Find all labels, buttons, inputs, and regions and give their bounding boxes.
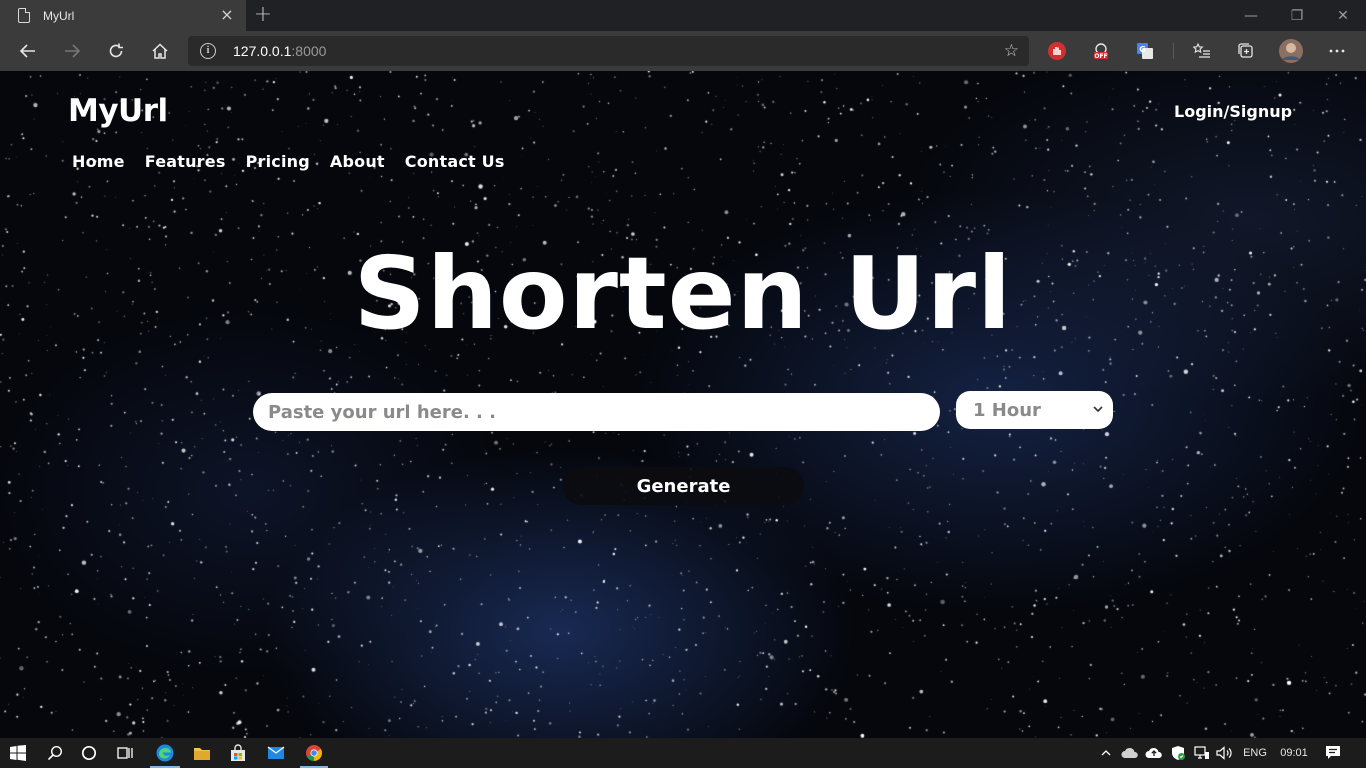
- backup-tray[interactable]: [1143, 738, 1165, 768]
- nav-home[interactable]: Home: [72, 152, 125, 171]
- page-viewport: MyUrl Login/Signup Home Features Pricing…: [0, 71, 1366, 738]
- mail-icon: [267, 746, 285, 759]
- translate-icon: G: [1137, 43, 1153, 59]
- refresh-button[interactable]: [102, 37, 130, 65]
- forward-arrow-icon: [65, 44, 81, 58]
- site-logo[interactable]: MyUrl: [68, 93, 168, 129]
- main-nav: Home Features Pricing About Contact Us: [72, 152, 505, 171]
- tab-close-icon[interactable]: ×: [218, 6, 236, 24]
- cloud-icon: [1121, 747, 1138, 758]
- more-dots-icon: [1329, 49, 1345, 53]
- svg-text:G: G: [1139, 45, 1146, 54]
- task-view-button[interactable]: [108, 738, 142, 768]
- browser-tab-active[interactable]: MyUrl ×: [0, 0, 246, 31]
- browser-tabbar: MyUrl × + — ❐ ✕: [0, 0, 1366, 31]
- nav-features[interactable]: Features: [145, 152, 226, 171]
- action-center-button[interactable]: [1318, 738, 1348, 768]
- login-signup-link[interactable]: Login/Signup: [1174, 102, 1292, 121]
- onedrive-tray[interactable]: [1119, 738, 1141, 768]
- home-icon: [152, 43, 168, 59]
- taskbar-file-explorer[interactable]: [184, 738, 220, 768]
- search-icon: [47, 745, 63, 761]
- page-favicon-icon: [18, 8, 30, 23]
- chrome-icon: [306, 745, 322, 761]
- clock-time[interactable]: 09:01: [1274, 738, 1314, 768]
- start-button[interactable]: [0, 738, 36, 768]
- cloud-upload-icon: [1145, 747, 1162, 758]
- new-tab-button[interactable]: +: [253, 3, 273, 27]
- favorite-star-icon[interactable]: ☆: [1004, 41, 1019, 61]
- back-arrow-icon: [19, 44, 35, 58]
- security-tray[interactable]: [1167, 738, 1189, 768]
- duration-selected-value: 1 Hour: [973, 399, 1041, 421]
- folder-icon: [194, 748, 210, 760]
- taskbar-edge-app[interactable]: [146, 738, 184, 768]
- windows-taskbar: ENG 09:01: [0, 738, 1366, 768]
- window-restore-button[interactable]: ❐: [1274, 0, 1320, 31]
- edge-browser-icon: [156, 744, 174, 762]
- forward-button[interactable]: [58, 37, 86, 65]
- cortana-circle-icon: [81, 745, 97, 761]
- browser-toolbar: i 127.0.0.1 :8000 ☆ OFF G: [0, 31, 1366, 71]
- url-input[interactable]: [253, 393, 940, 431]
- taskbar-store[interactable]: [220, 738, 256, 768]
- page-title: Shorten Url: [353, 235, 1013, 352]
- volume-tray[interactable]: [1214, 738, 1236, 768]
- shield-icon: [1172, 746, 1185, 760]
- back-button[interactable]: [14, 37, 42, 65]
- duration-select[interactable]: 1 Hour: [956, 391, 1113, 429]
- toolbar-divider: [1173, 43, 1174, 59]
- extension-off-button[interactable]: OFF: [1087, 37, 1115, 65]
- windows-logo-icon: [10, 745, 26, 761]
- favorites-list-icon: [1193, 42, 1210, 58]
- home-button[interactable]: [146, 37, 174, 65]
- generate-button[interactable]: Generate: [563, 467, 804, 505]
- taskbar-mail[interactable]: [258, 738, 294, 768]
- speaker-icon: [1216, 746, 1232, 760]
- window-minimize-button[interactable]: —: [1228, 0, 1274, 31]
- svg-text:OFF: OFF: [1094, 53, 1107, 60]
- address-port: :8000: [291, 43, 327, 59]
- settings-more-button[interactable]: [1323, 37, 1351, 65]
- virus-off-icon: OFF: [1094, 43, 1108, 60]
- favorites-button[interactable]: [1188, 37, 1216, 65]
- network-icon: [1194, 746, 1209, 759]
- adblock-hand-icon: [1048, 42, 1066, 60]
- extension-adblock-button[interactable]: [1043, 37, 1071, 65]
- store-bag-icon: [231, 744, 245, 761]
- show-hidden-icons-button[interactable]: [1096, 738, 1116, 768]
- window-close-button[interactable]: ✕: [1320, 0, 1366, 31]
- network-tray[interactable]: [1191, 738, 1213, 768]
- taskbar-chrome[interactable]: [296, 738, 332, 768]
- address-host: 127.0.0.1: [233, 43, 292, 59]
- extension-translate-button[interactable]: G: [1131, 37, 1159, 65]
- nav-contact-us[interactable]: Contact Us: [405, 152, 505, 171]
- chevron-up-icon: [1101, 750, 1111, 756]
- avatar: [1279, 39, 1303, 63]
- search-button[interactable]: [38, 738, 72, 768]
- tab-title: MyUrl: [43, 8, 75, 23]
- profile-button[interactable]: [1277, 37, 1305, 65]
- input-language[interactable]: ENG: [1238, 738, 1272, 768]
- nav-about[interactable]: About: [330, 152, 385, 171]
- site-info-icon[interactable]: i: [200, 43, 216, 59]
- collections-icon: [1238, 43, 1253, 58]
- notification-icon: [1326, 746, 1340, 759]
- nav-pricing[interactable]: Pricing: [246, 152, 310, 171]
- collections-button[interactable]: [1232, 37, 1260, 65]
- refresh-icon: [109, 43, 123, 58]
- chevron-down-icon: [1093, 406, 1103, 413]
- task-view-icon: [117, 747, 133, 759]
- cortana-button[interactable]: [72, 738, 106, 768]
- address-bar[interactable]: i 127.0.0.1 :8000 ☆: [188, 36, 1029, 66]
